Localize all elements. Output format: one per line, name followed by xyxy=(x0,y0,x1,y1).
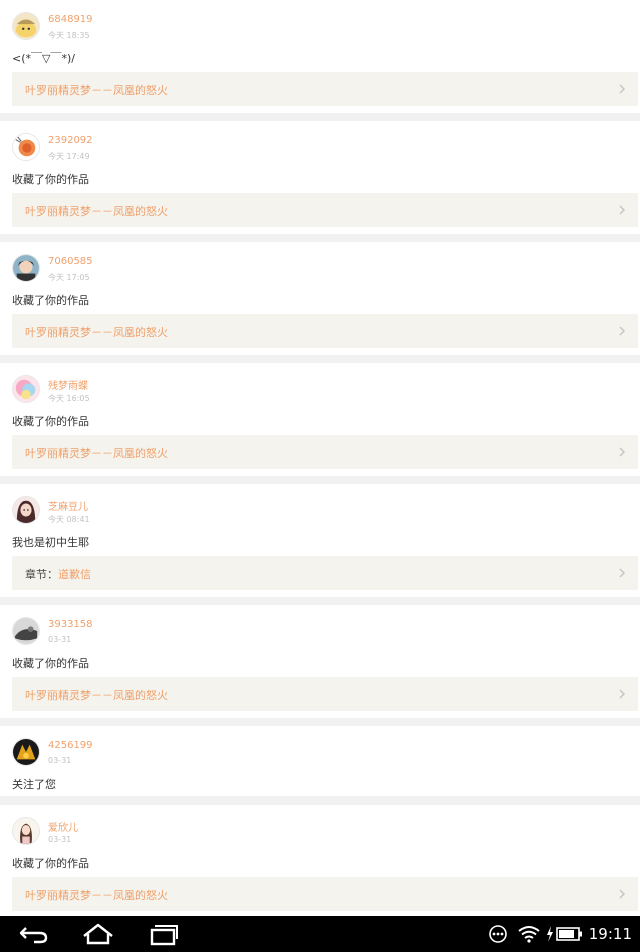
work-reference-link[interactable]: 叶罗丽精灵梦－－凤凰的怒火 xyxy=(12,314,638,348)
notification-card: 爱欣儿 03-31 收藏了你的作品 叶罗丽精灵梦－－凤凰的怒火 xyxy=(0,805,640,916)
timestamp: 今天 17:49 xyxy=(48,152,90,161)
notification-card: 7060585 今天 17:05 收藏了你的作品 叶罗丽精灵梦－－凤凰的怒火 xyxy=(0,242,640,355)
work-title: 叶罗丽精灵梦－－凤凰的怒火 xyxy=(25,326,168,339)
user-avatar[interactable] xyxy=(12,496,40,524)
chapter-title: 道歉信 xyxy=(58,568,91,581)
chevron-right-icon xyxy=(619,326,625,336)
notification-card: 残梦雨蝶 今天 16:05 收藏了你的作品 叶罗丽精灵梦－－凤凰的怒火 xyxy=(0,363,640,476)
work-reference-link[interactable]: 叶罗丽精灵梦－－凤凰的怒火 xyxy=(12,435,638,469)
message-text: 我也是初中生耶 xyxy=(12,536,89,549)
work-title: 叶罗丽精灵梦－－凤凰的怒火 xyxy=(25,889,168,902)
timestamp: 今天 18:35 xyxy=(48,31,90,40)
charging-icon xyxy=(547,926,553,942)
notification-card: 6848919 今天 18:35 <(*￣▽￣*)/ 叶罗丽精灵梦－－凤凰的怒火 xyxy=(0,0,640,113)
work-reference-link[interactable]: 叶罗丽精灵梦－－凤凰的怒火 xyxy=(12,877,638,911)
wifi-icon xyxy=(518,926,540,943)
user-avatar[interactable] xyxy=(12,617,40,645)
timestamp: 03-31 xyxy=(48,756,72,765)
chapter-reference-link[interactable]: 章节：道歉信 xyxy=(12,556,638,590)
user-avatar[interactable] xyxy=(12,738,40,766)
chevron-right-icon xyxy=(619,689,625,699)
work-title: 叶罗丽精灵梦－－凤凰的怒火 xyxy=(25,689,168,702)
chapter-label: 章节： xyxy=(25,568,58,581)
username[interactable]: 芝麻豆儿 xyxy=(48,498,88,513)
message-text: 关注了您 xyxy=(12,778,56,791)
message-text: 收藏了你的作品 xyxy=(12,857,89,870)
work-reference-link[interactable]: 叶罗丽精灵梦－－凤凰的怒火 xyxy=(12,193,638,227)
work-reference-link[interactable]: 叶罗丽精灵梦－－凤凰的怒火 xyxy=(12,72,638,106)
back-icon xyxy=(19,927,48,944)
message-text: 收藏了你的作品 xyxy=(12,657,89,670)
chevron-right-icon xyxy=(619,84,625,94)
timestamp: 今天 17:05 xyxy=(48,273,90,282)
user-avatar[interactable] xyxy=(12,12,40,40)
battery-icon xyxy=(556,927,582,941)
message-text: 收藏了你的作品 xyxy=(12,415,89,428)
system-navigation-bar: 19:11 xyxy=(0,916,640,952)
username[interactable]: 6848919 xyxy=(48,14,93,25)
username[interactable]: 爱欣儿 xyxy=(48,819,78,834)
notification-card: 4256199 03-31 关注了您 xyxy=(0,726,640,796)
timestamp: 今天 08:41 xyxy=(48,515,90,524)
message-text: <(*￣▽￣*)/ xyxy=(12,52,75,65)
username[interactable]: 7060585 xyxy=(48,256,93,267)
notification-feed: 6848919 今天 18:35 <(*￣▽￣*)/ 叶罗丽精灵梦－－凤凰的怒火… xyxy=(0,0,640,916)
user-avatar[interactable] xyxy=(12,133,40,161)
message-text: 收藏了你的作品 xyxy=(12,294,89,307)
chapter-reference: 章节：道歉信 xyxy=(25,566,91,582)
notification-card: 芝麻豆儿 今天 08:41 我也是初中生耶 章节：道歉信 xyxy=(0,484,640,597)
chevron-right-icon xyxy=(619,568,625,578)
more-icon[interactable] xyxy=(488,925,508,943)
timestamp: 今天 16:05 xyxy=(48,394,90,403)
chevron-right-icon xyxy=(619,447,625,457)
user-avatar[interactable] xyxy=(12,254,40,282)
timestamp: 03-31 xyxy=(48,635,72,644)
message-text: 收藏了你的作品 xyxy=(12,173,89,186)
user-avatar[interactable] xyxy=(12,817,40,845)
notification-card: 2392092 今天 17:49 收藏了你的作品 叶罗丽精灵梦－－凤凰的怒火 xyxy=(0,121,640,234)
back-button[interactable] xyxy=(16,922,56,946)
username[interactable]: 2392092 xyxy=(48,135,93,146)
user-avatar[interactable] xyxy=(12,375,40,403)
timestamp: 03-31 xyxy=(48,835,72,844)
work-title: 叶罗丽精灵梦－－凤凰的怒火 xyxy=(25,447,168,460)
home-button[interactable] xyxy=(78,922,118,946)
work-title: 叶罗丽精灵梦－－凤凰的怒火 xyxy=(25,84,168,97)
notification-card: 3933158 03-31 收藏了你的作品 叶罗丽精灵梦－－凤凰的怒火 xyxy=(0,605,640,718)
recent-apps-button[interactable] xyxy=(143,922,183,946)
username[interactable]: 3933158 xyxy=(48,619,93,630)
recent-apps-icon xyxy=(150,925,178,946)
chevron-right-icon xyxy=(619,205,625,215)
home-icon xyxy=(83,923,113,945)
status-clock: 19:11 xyxy=(588,925,632,943)
chevron-right-icon xyxy=(619,889,625,899)
username[interactable]: 残梦雨蝶 xyxy=(48,377,88,392)
work-reference-link[interactable]: 叶罗丽精灵梦－－凤凰的怒火 xyxy=(12,677,638,711)
username[interactable]: 4256199 xyxy=(48,740,93,751)
work-title: 叶罗丽精灵梦－－凤凰的怒火 xyxy=(25,205,168,218)
